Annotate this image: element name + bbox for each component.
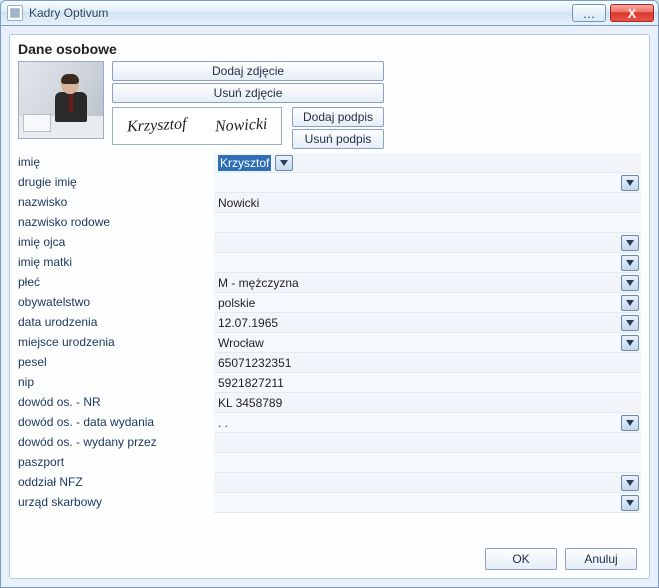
form-grid: imię Krzysztof drugie imię nazwisko Nowi… (18, 153, 641, 513)
app-icon (7, 5, 23, 21)
field-nazwisko[interactable]: Nowicki (214, 193, 641, 213)
row-imie-matki: imię matki (18, 253, 641, 273)
label-imie-ojca: imię ojca (18, 233, 214, 253)
row-imie: imię Krzysztof (18, 153, 641, 173)
remove-signature-button[interactable]: Usuń podpis (292, 129, 384, 149)
label-oddzial-nfz: oddział NFZ (18, 473, 214, 493)
field-nip[interactable]: 5921827211 (214, 373, 641, 393)
dropdown-urzad-skarbowy[interactable] (621, 495, 639, 511)
label-imie-matki: imię matki (18, 253, 214, 273)
row-nazwisko: nazwisko Nowicki (18, 193, 641, 213)
field-urzad-skarbowy[interactable] (214, 493, 641, 513)
label-dowod-nr: dowód os. - NR (18, 393, 214, 413)
label-miejsce-urodzenia: miejsce urodzenia (18, 333, 214, 353)
row-dowod-nr: dowód os. - NR KL 3458789 (18, 393, 641, 413)
add-signature-button[interactable]: Dodaj podpis (292, 107, 384, 127)
dropdown-imie-matki[interactable] (621, 255, 639, 271)
label-dowod-data: dowód os. - data wydania (18, 413, 214, 433)
label-urzad-skarbowy: urząd skarbowy (18, 493, 214, 513)
field-obywatelstwo[interactable]: polskie (214, 293, 641, 313)
field-imie[interactable]: Krzysztof (214, 153, 641, 173)
row-data-urodzenia: data urodzenia 12.07.1965 (18, 313, 641, 333)
field-dowod-nr[interactable]: KL 3458789 (214, 393, 641, 413)
row-urzad-skarbowy: urząd skarbowy (18, 493, 641, 513)
field-imie-matki[interactable] (214, 253, 641, 273)
label-drugie-imie: drugie imię (18, 173, 214, 193)
cancel-button[interactable]: Anuluj (565, 548, 637, 570)
window-options-button[interactable]: … (572, 4, 606, 22)
row-nip: nip 5921827211 (18, 373, 641, 393)
value-obywatelstwo: polskie (218, 296, 617, 310)
add-photo-button[interactable]: Dodaj zdjęcie (112, 61, 384, 81)
label-dowod-przez: dowód os. - wydany przez (18, 433, 214, 453)
value-dowod-nr: KL 3458789 (218, 396, 639, 410)
row-dowod-przez: dowód os. - wydany przez (18, 433, 641, 453)
field-dowod-przez[interactable] (214, 433, 641, 453)
title-bar: Kadry Optivum … X (0, 0, 659, 26)
ok-button[interactable]: OK (485, 548, 557, 570)
label-imie: imię (18, 153, 214, 173)
field-pesel[interactable]: 65071232351 (214, 353, 641, 373)
value-nip: 5921827211 (218, 376, 639, 390)
dropdown-oddzial-nfz[interactable] (621, 475, 639, 491)
value-nazwisko: Nowicki (218, 196, 639, 210)
signature-text-first: Krzysztof (127, 115, 187, 136)
row-oddzial-nfz: oddział NFZ (18, 473, 641, 493)
row-plec: płeć M - mężczyzna (18, 273, 641, 293)
field-plec[interactable]: M - mężczyzna (214, 273, 641, 293)
row-pesel: pesel 65071232351 (18, 353, 641, 373)
value-dowod-data: . . (218, 416, 617, 430)
dropdown-obywatelstwo[interactable] (621, 295, 639, 311)
field-miejsce-urodzenia[interactable]: Wrocław (214, 333, 641, 353)
field-dowod-data[interactable]: . . (214, 413, 641, 433)
row-imie-ojca: imię ojca (18, 233, 641, 253)
signature-text-last: Nowicki (214, 116, 267, 137)
label-nazwisko: nazwisko (18, 193, 214, 213)
window-title: Kadry Optivum (29, 6, 108, 20)
value-data-urodzenia: 12.07.1965 (218, 316, 617, 330)
field-paszport[interactable] (214, 453, 641, 473)
row-miejsce-urodzenia: miejsce urodzenia Wrocław (18, 333, 641, 353)
form-panel: Dane osobowe Dodaj zdjęcie Usuń zdjęcie … (9, 34, 650, 579)
label-data-urodzenia: data urodzenia (18, 313, 214, 333)
value-pesel: 65071232351 (218, 356, 639, 370)
label-nip: nip (18, 373, 214, 393)
remove-photo-button[interactable]: Usuń zdjęcie (112, 83, 384, 103)
label-plec: płeć (18, 273, 214, 293)
dropdown-miejsce-urodzenia[interactable] (621, 335, 639, 351)
value-imie: Krzysztof (218, 155, 271, 171)
dropdown-imie-ojca[interactable] (621, 235, 639, 251)
field-drugie-imie[interactable] (214, 173, 641, 193)
signature-preview: Krzysztof Nowicki (112, 107, 282, 145)
dropdown-data-urodzenia[interactable] (621, 315, 639, 331)
dropdown-drugie-imie[interactable] (621, 175, 639, 191)
window-close-button[interactable]: X (610, 4, 654, 22)
row-drugie-imie: drugie imię (18, 173, 641, 193)
dropdown-dowod-data[interactable] (621, 415, 639, 431)
field-nazwisko-rodowe[interactable] (214, 213, 641, 233)
dropdown-imie[interactable] (275, 155, 293, 171)
top-area: Dodaj zdjęcie Usuń zdjęcie Krzysztof Now… (18, 61, 641, 149)
row-obywatelstwo: obywatelstwo polskie (18, 293, 641, 313)
label-paszport: paszport (18, 453, 214, 473)
value-miejsce-urodzenia: Wrocław (218, 336, 617, 350)
dialog-footer: OK Anuluj (485, 548, 637, 570)
dropdown-plec[interactable] (621, 275, 639, 291)
row-nazwisko-rodowe: nazwisko rodowe (18, 213, 641, 233)
label-pesel: pesel (18, 353, 214, 373)
row-dowod-data: dowód os. - data wydania . . (18, 413, 641, 433)
value-plec: M - mężczyzna (218, 276, 617, 290)
label-obywatelstwo: obywatelstwo (18, 293, 214, 313)
field-imie-ojca[interactable] (214, 233, 641, 253)
section-title: Dane osobowe (18, 41, 641, 57)
field-data-urodzenia[interactable]: 12.07.1965 (214, 313, 641, 333)
window-body: Dane osobowe Dodaj zdjęcie Usuń zdjęcie … (0, 26, 659, 588)
employee-photo (18, 61, 104, 139)
row-paszport: paszport (18, 453, 641, 473)
label-nazwisko-rodowe: nazwisko rodowe (18, 213, 214, 233)
field-oddzial-nfz[interactable] (214, 473, 641, 493)
